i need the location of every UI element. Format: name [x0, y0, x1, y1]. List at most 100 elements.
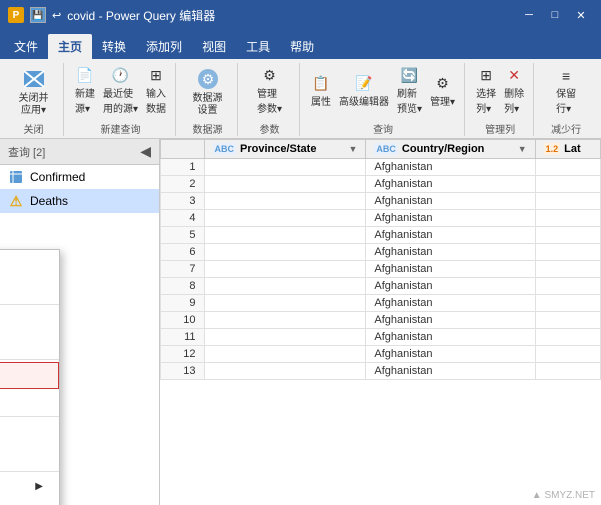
- properties-label: 属性: [311, 93, 331, 108]
- submenu-arrow: ▶: [35, 481, 43, 492]
- tab-home[interactable]: 主页: [48, 34, 92, 59]
- enter-data-button[interactable]: ⊞ 输入数据: [143, 66, 169, 116]
- query-panel-collapse[interactable]: ◀: [140, 143, 151, 160]
- country-cell: Afghanistan: [366, 261, 535, 278]
- advanced-editor-button[interactable]: 📝 高级编辑器: [336, 74, 392, 109]
- ctx-rename[interactable]: ✎ 重命名: [0, 332, 59, 357]
- ctx-copy-1[interactable]: 📋 复制: [0, 252, 59, 277]
- close-button[interactable]: ✕: [569, 3, 593, 27]
- country-col-name: Country/Region: [402, 143, 485, 155]
- ctx-reference[interactable]: 🔗 引用: [0, 444, 59, 469]
- new-source-button[interactable]: 📄 新建源▾: [72, 66, 98, 116]
- query-buttons: 📋 属性 📝 高级编辑器 🔄 刷新预览▾ ⚙ 管理▾: [308, 63, 458, 119]
- lat-cell: [535, 312, 600, 329]
- lat-col-type: 1.2: [544, 143, 561, 155]
- table-row: 11 Afghanistan: [161, 329, 601, 346]
- delete-columns-button[interactable]: ✕ 删除列▾: [501, 66, 527, 116]
- tab-add-column[interactable]: 添加列: [136, 34, 192, 59]
- manage-params-button[interactable]: ⚙ 管理参数▾: [254, 66, 285, 116]
- table-row: 13 Afghanistan: [161, 363, 601, 380]
- refresh-preview-label: 刷新预览▾: [397, 85, 422, 115]
- query-panel: 查询 [2] ◀ Confirmed ⚠ Deaths 📋 复制 📌: [0, 139, 160, 505]
- ctx-sep-3: [0, 416, 59, 417]
- province-cell: [204, 312, 366, 329]
- query-panel-title: 查询 [2]: [8, 144, 45, 160]
- lat-cell: [535, 159, 600, 176]
- close-group-buttons: 关闭并应用▾: [15, 63, 53, 119]
- country-col-type: ABC: [374, 143, 398, 155]
- ctx-delete[interactable]: ✕ 删除: [0, 307, 59, 332]
- keep-rows-button[interactable]: ≡ 保留行▾: [553, 67, 579, 116]
- ribbon-group-reduce-rows: ≡ 保留行▾ 减少行: [536, 63, 596, 136]
- data-area: ABC Province/State ▼ ABC Country/Region …: [160, 139, 601, 505]
- table-row: 7 Afghanistan: [161, 261, 601, 278]
- query-panel-header: 查询 [2] ◀: [0, 139, 159, 165]
- choose-columns-button[interactable]: ⊞ 选择列▾: [473, 66, 499, 116]
- keep-rows-icon: ≡: [562, 68, 570, 84]
- tab-file[interactable]: 文件: [4, 34, 48, 59]
- advanced-editor-icon: 📝: [355, 75, 372, 92]
- datasource-settings-icon: ⚙: [194, 65, 222, 93]
- lat-cell: [535, 329, 600, 346]
- query-item-confirmed-icon: [8, 169, 24, 185]
- col-header-province: ABC Province/State ▼: [204, 140, 366, 159]
- ctx-sep-2: [0, 359, 59, 360]
- province-cell: [204, 278, 366, 295]
- tab-view[interactable]: 视图: [192, 34, 236, 59]
- tab-transform[interactable]: 转换: [92, 34, 136, 59]
- ctx-enable-load[interactable]: ✔ 启用加载: [0, 362, 59, 389]
- properties-button[interactable]: 📋 属性: [308, 74, 334, 109]
- svg-text:⚙: ⚙: [201, 71, 214, 87]
- window-title: covid - Power Query 编辑器: [67, 7, 511, 24]
- ctx-paste[interactable]: 📌 粘贴: [0, 277, 59, 302]
- ctx-copy-2[interactable]: 📋 复制: [0, 419, 59, 444]
- recent-sources-icon: 🕐: [112, 67, 129, 84]
- ctx-move-to-group[interactable]: 移至组 ▶: [0, 474, 59, 499]
- close-apply-label: 关闭并应用▾: [19, 93, 49, 117]
- country-cell: Afghanistan: [366, 312, 535, 329]
- maximize-button[interactable]: □: [543, 3, 567, 27]
- enter-data-label: 输入数据: [146, 85, 166, 115]
- close-apply-button[interactable]: 关闭并应用▾: [15, 63, 53, 119]
- save-button[interactable]: 💾: [30, 7, 46, 23]
- delete-columns-icon: ✕: [508, 67, 520, 84]
- lat-cell: [535, 210, 600, 227]
- row-num-cell: 3: [161, 193, 205, 210]
- country-cell: Afghanistan: [366, 346, 535, 363]
- province-filter-icon[interactable]: ▼: [348, 144, 357, 154]
- province-cell: [204, 244, 366, 261]
- minimize-button[interactable]: ─: [517, 3, 541, 27]
- window-controls: ─ □ ✕: [517, 3, 593, 27]
- delete-columns-label: 删除列▾: [504, 85, 524, 115]
- query-item-confirmed[interactable]: Confirmed: [0, 165, 159, 189]
- query-item-deaths-warning-icon: ⚠: [8, 193, 24, 209]
- tab-tools[interactable]: 工具: [236, 34, 280, 59]
- province-cell: [204, 295, 366, 312]
- table-row: 12 Afghanistan: [161, 346, 601, 363]
- row-num-cell: 4: [161, 210, 205, 227]
- query-item-deaths[interactable]: ⚠ Deaths 📋 复制 📌 粘贴 ✕ 删除 ✎: [0, 189, 159, 213]
- refresh-preview-button[interactable]: 🔄 刷新预览▾: [394, 66, 425, 116]
- manage-button[interactable]: ⚙ 管理▾: [427, 74, 458, 109]
- undo-button[interactable]: ↩: [52, 9, 61, 22]
- lat-cell: [535, 346, 600, 363]
- table-row: 5 Afghanistan: [161, 227, 601, 244]
- title-bar: P 💾 ↩ covid - Power Query 编辑器 ─ □ ✕: [0, 0, 601, 30]
- datasource-settings-button[interactable]: ⚙ 数据源设置: [189, 63, 227, 119]
- province-cell: [204, 363, 366, 380]
- ribbon-group-manage-cols: ⊞ 选择列▾ ✕ 删除列▾ 管理列: [467, 63, 534, 136]
- ribbon-group-close: 关闭并应用▾ 关闭: [4, 63, 64, 136]
- ctx-include-refresh[interactable]: ✔ 包含在表刷新中: [0, 389, 59, 414]
- main-area: 查询 [2] ◀ Confirmed ⚠ Deaths 📋 复制 📌: [0, 139, 601, 505]
- country-filter-icon[interactable]: ▼: [518, 144, 527, 154]
- lat-cell: [535, 244, 600, 261]
- province-cell: [204, 159, 366, 176]
- row-num-cell: 11: [161, 329, 205, 346]
- properties-icon: 📋: [312, 75, 329, 92]
- recent-sources-button[interactable]: 🕐 最近使用的源▾: [100, 66, 141, 116]
- tab-help[interactable]: 帮助: [280, 34, 324, 59]
- country-cell: Afghanistan: [366, 295, 535, 312]
- ribbon-group-new-query: 📄 新建源▾ 🕐 最近使用的源▾ ⊞ 输入数据 新建查询: [66, 63, 176, 136]
- lat-col-name: Lat: [564, 143, 581, 155]
- country-cell: Afghanistan: [366, 244, 535, 261]
